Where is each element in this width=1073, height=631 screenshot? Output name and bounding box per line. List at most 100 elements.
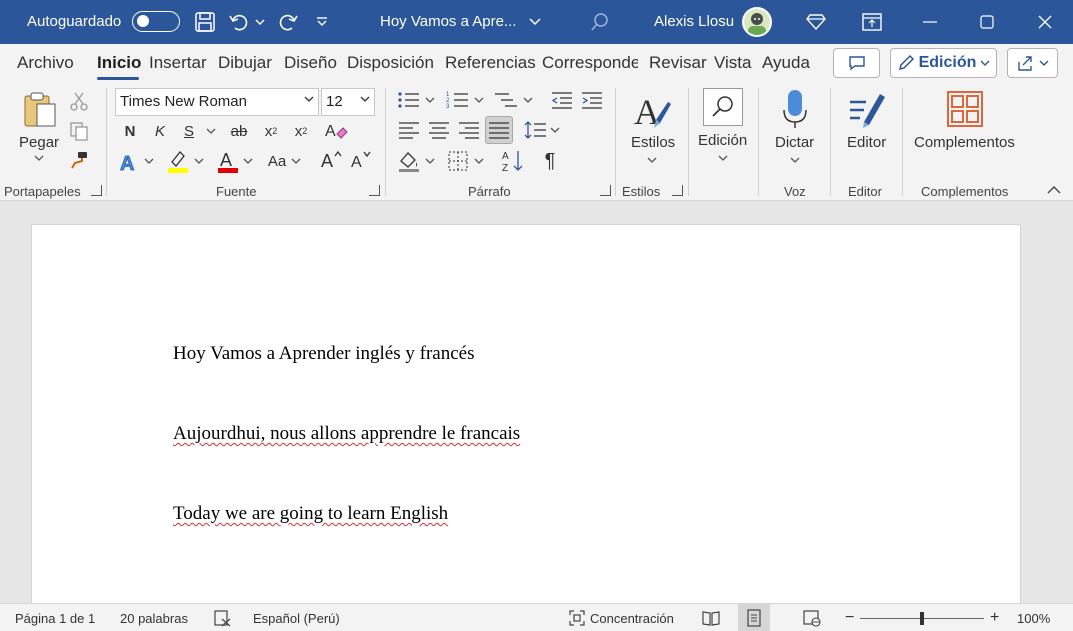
microphone-icon[interactable] (782, 88, 808, 130)
dictate-dropdown-icon[interactable] (790, 156, 800, 164)
sort-icon[interactable]: AZ (501, 148, 525, 174)
user-name[interactable]: Alexis Llosu (654, 13, 734, 30)
zoom-out-button[interactable]: − (845, 609, 854, 627)
font-launcher-icon[interactable] (369, 185, 380, 196)
justify-icon[interactable] (485, 116, 513, 144)
bullets-dropdown-icon[interactable] (425, 96, 435, 104)
editor-label[interactable]: Editor (847, 134, 886, 151)
numbering-dropdown-icon[interactable] (474, 96, 484, 104)
paragraph-launcher-icon[interactable] (600, 185, 611, 196)
copy-icon[interactable] (69, 121, 89, 141)
share-button[interactable] (1007, 48, 1058, 78)
editing-dropdown-icon[interactable] (718, 154, 728, 162)
underline-button[interactable]: S (179, 121, 199, 141)
shrink-font-icon[interactable]: A (350, 148, 374, 172)
tab-dibujar[interactable]: Dibujar (218, 53, 272, 73)
borders-icon[interactable] (446, 149, 470, 173)
change-case-button[interactable]: Aa (264, 150, 290, 172)
shading-icon[interactable] (397, 149, 421, 173)
tab-disposicion[interactable]: Disposición (347, 53, 434, 73)
addins-label[interactable]: Complementos (914, 134, 1015, 151)
numbering-icon[interactable]: 123 (446, 90, 470, 110)
zoom-in-button[interactable]: + (990, 609, 999, 627)
comments-button[interactable] (833, 48, 880, 78)
tab-vista[interactable]: Vista (714, 53, 752, 73)
highlight-dropdown-icon[interactable] (194, 157, 204, 165)
page-count[interactable]: Página 1 de 1 (15, 611, 95, 626)
font-color-dropdown-icon[interactable] (243, 157, 253, 165)
read-mode-icon[interactable] (702, 609, 720, 627)
undo-icon[interactable] (227, 10, 251, 34)
tab-inicio[interactable]: Inicio (97, 53, 141, 73)
document-page[interactable]: Hoy Vamos a Aprender inglés y francés Au… (31, 224, 1021, 604)
paragraph-2[interactable]: Aujourdhui, nous allons apprendre le fra… (173, 423, 520, 445)
zoom-level[interactable]: 100% (1017, 611, 1050, 626)
dictate-label[interactable]: Dictar (775, 134, 814, 151)
editor-icon[interactable] (846, 88, 888, 130)
paste-label[interactable]: Pegar (19, 134, 59, 151)
highlight-icon[interactable] (166, 148, 190, 174)
maximize-icon[interactable] (975, 10, 999, 34)
save-icon[interactable] (193, 10, 217, 34)
diamond-icon[interactable] (804, 10, 828, 34)
zoom-slider-thumb[interactable] (920, 612, 924, 625)
collapse-ribbon-icon[interactable] (1046, 184, 1062, 196)
print-layout-icon[interactable] (738, 604, 770, 631)
word-count[interactable]: 20 palabras (120, 611, 188, 626)
paste-dropdown-icon[interactable] (34, 154, 44, 162)
align-left-icon[interactable] (397, 120, 421, 140)
clipboard-launcher-icon[interactable] (91, 185, 102, 196)
increase-indent-icon[interactable] (580, 90, 604, 110)
undo-dropdown-icon[interactable] (252, 10, 268, 34)
tab-revisar[interactable]: Revisar (649, 53, 707, 73)
tab-referencias[interactable]: Referencias (445, 53, 536, 73)
shading-dropdown-icon[interactable] (425, 157, 435, 165)
close-icon[interactable] (1033, 10, 1057, 34)
language-status[interactable]: Español (Perú) (253, 611, 340, 626)
tab-insertar[interactable]: Insertar (149, 53, 207, 73)
tab-correspondencia[interactable]: Corresponde (542, 53, 638, 73)
autosave-toggle[interactable] (132, 11, 180, 32)
document-title[interactable]: Hoy Vamos a Apre... (380, 13, 541, 30)
styles-icon[interactable]: A (632, 90, 674, 132)
cut-icon[interactable] (69, 91, 89, 111)
font-family-select[interactable]: Times New Roman (115, 88, 319, 116)
bullets-icon[interactable] (397, 90, 421, 110)
focus-icon[interactable] (568, 609, 586, 627)
show-formatting-button[interactable]: ¶ (538, 149, 562, 173)
find-icon[interactable] (703, 88, 743, 126)
italic-button[interactable]: K (150, 121, 170, 141)
ribbon-display-icon[interactable] (860, 10, 884, 34)
strikethrough-button[interactable]: ab (226, 121, 252, 141)
multilevel-list-icon[interactable] (495, 90, 519, 110)
customize-toolbar-icon[interactable] (310, 10, 334, 34)
paragraph-1[interactable]: Hoy Vamos a Aprender inglés y francés (173, 343, 474, 365)
focus-label[interactable]: Concentración (590, 611, 674, 626)
styles-dropdown-icon[interactable] (647, 156, 657, 164)
format-painter-icon[interactable] (69, 150, 89, 170)
tab-archivo[interactable]: Archivo (17, 53, 74, 73)
subscript-button[interactable]: x2 (261, 121, 281, 141)
bold-button[interactable]: N (120, 121, 140, 141)
multilevel-dropdown-icon[interactable] (523, 96, 533, 104)
editing-label[interactable]: Edición (698, 132, 747, 149)
editing-mode-button[interactable]: Edición (890, 48, 997, 78)
line-spacing-dropdown-icon[interactable] (550, 126, 560, 134)
paragraph-3[interactable]: Today we are going to learn English (173, 503, 448, 525)
decrease-indent-icon[interactable] (550, 90, 574, 110)
minimize-icon[interactable] (918, 10, 942, 34)
text-effects-icon[interactable]: A (118, 150, 142, 174)
proofing-icon[interactable] (213, 609, 231, 627)
change-case-dropdown-icon[interactable] (291, 157, 301, 165)
borders-dropdown-icon[interactable] (474, 157, 484, 165)
web-layout-icon[interactable] (803, 609, 821, 627)
align-center-icon[interactable] (427, 120, 451, 140)
redo-icon[interactable] (276, 10, 300, 34)
text-effects-dropdown-icon[interactable] (144, 157, 154, 165)
paste-icon[interactable] (22, 90, 58, 130)
grow-font-icon[interactable]: A (320, 148, 344, 172)
underline-dropdown-icon[interactable] (205, 126, 217, 136)
tab-ayuda[interactable]: Ayuda (762, 53, 810, 73)
line-spacing-icon[interactable] (524, 120, 548, 140)
styles-launcher-icon[interactable] (672, 185, 683, 196)
